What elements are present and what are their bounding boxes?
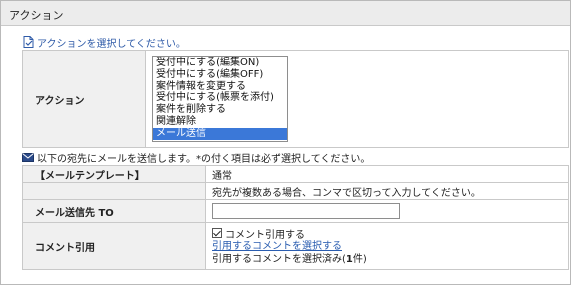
template-label: 【メールテンプレート】 (22, 165, 206, 183)
comment-cell: コメント引用する 引用するコメントを選択する 引用するコメントを選択済み(1件) (205, 222, 569, 270)
comment-checkbox[interactable] (212, 228, 222, 238)
action-option[interactable]: 受付中にする(編集ON) (153, 57, 287, 69)
mail-hint: 以下の宛先にメールを送信します。*の付く項目は必ず選択してください。 (22, 150, 371, 165)
action-table: アクション 受付中にする(編集ON) 受付中にする(編集OFF) 案件情報を変更する… (22, 50, 569, 148)
mail-hint-text: 以下の宛先にメールを送信します。*の付く項目は必ず選択してください。 (37, 153, 371, 165)
note-label (22, 182, 206, 200)
note-row: 宛先が複数ある場合、コンマで区切って入力してください。 (22, 182, 569, 200)
selected-count-line: 引用するコメントを選択済み(1件) (212, 253, 562, 266)
action-cell: 受付中にする(編集ON) 受付中にする(編集OFF) 案件情報を変更する 受付中にする… (145, 50, 569, 148)
comment-label: コメント引用 (22, 222, 206, 270)
count-prefix: 引用するコメントを選択済み( (212, 253, 346, 265)
count-suffix: 件) (352, 253, 367, 265)
action-option[interactable]: 案件を削除する (153, 104, 287, 116)
action-listbox[interactable]: 受付中にする(編集ON) 受付中にする(編集OFF) 案件情報を変更する 受付中にする… (152, 56, 288, 142)
action-option[interactable]: 関連解除 (153, 116, 287, 128)
recipient-note: 宛先が複数ある場合、コンマで区切って入力してください。 (205, 182, 569, 200)
template-row: 【メールテンプレート】 通常 (22, 165, 569, 183)
to-input[interactable] (212, 203, 400, 219)
envelope-icon (22, 152, 34, 162)
to-label: メール送信先 TO (22, 199, 206, 223)
action-option[interactable]: メール送信 (153, 127, 287, 140)
mail-table: 【メールテンプレート】 通常 宛先が複数ある場合、コンマで区切って入力してくださ… (22, 165, 569, 270)
template-value: 通常 (205, 165, 569, 183)
action-option[interactable]: 受付中にする(編集OFF) (153, 69, 287, 81)
count-value: 1 (345, 253, 353, 265)
comment-checkbox-line: コメント引用する (212, 226, 562, 241)
comment-row: コメント引用 コメント引用する 引用するコメントを選択する 引用するコメントを選… (22, 222, 569, 270)
select-comment-link[interactable]: 引用するコメントを選択する (212, 240, 562, 253)
panel-header: アクション (1, 1, 570, 26)
document-icon (23, 36, 34, 48)
panel-title: アクション (9, 9, 64, 22)
action-option[interactable]: 案件情報を変更する (153, 81, 287, 93)
comment-checkbox-label[interactable]: コメント引用する (225, 226, 305, 241)
to-cell (205, 199, 569, 223)
action-hint: アクションを選択してください。 (23, 35, 186, 50)
to-row: メール送信先 TO (22, 199, 569, 223)
action-option[interactable]: 受付中にする(帳票を添付) (153, 92, 287, 104)
action-label: アクション (22, 50, 146, 148)
action-hint-text: アクションを選択してください。 (37, 38, 186, 50)
